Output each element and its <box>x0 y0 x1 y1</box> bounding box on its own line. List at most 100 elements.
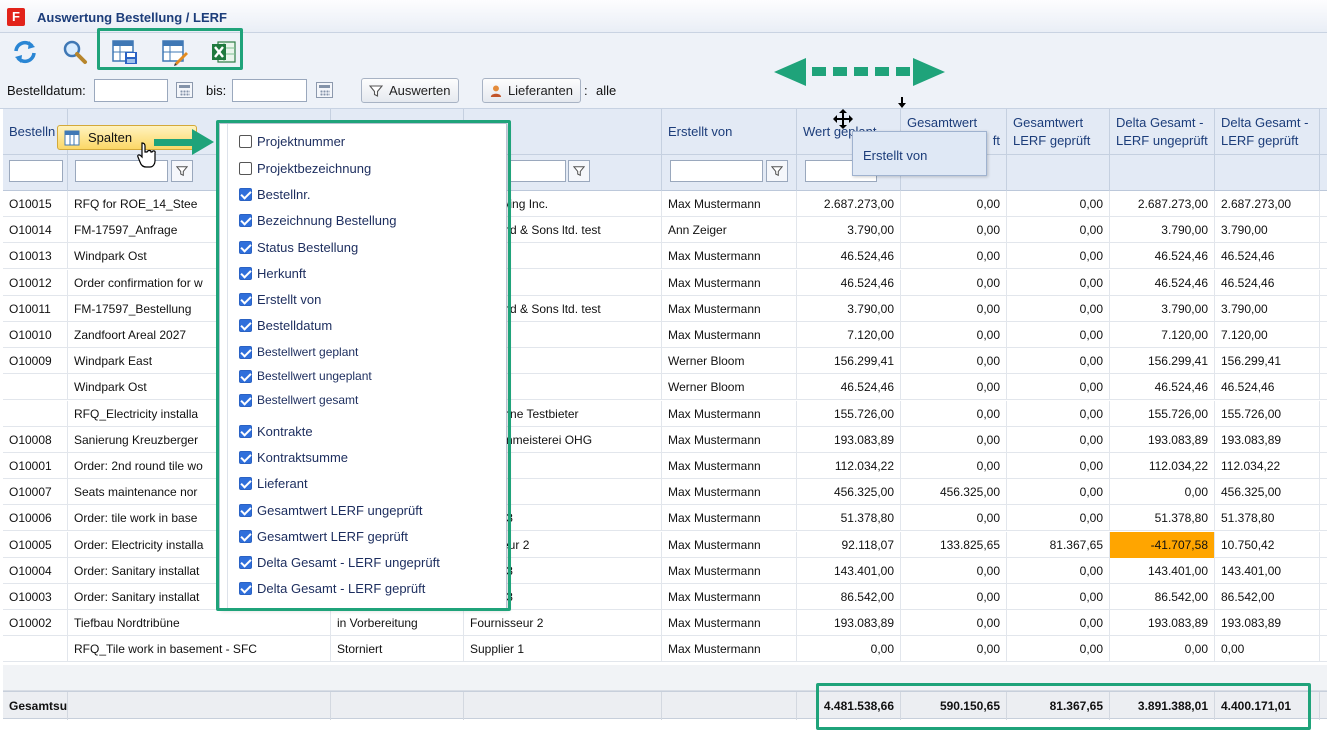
table-row[interactable]: O10007Seats maintenance norier 1Max Must… <box>3 479 1327 506</box>
table-row[interactable]: O10011 FM-17597_Bestellung m Grand & Sons … <box>3 295 1327 322</box>
table-row[interactable]: O10010Zandfoort Areal 2027ier 1Max Muste… <box>3 322 1327 348</box>
column-checkbox[interactable] <box>239 476 252 490</box>
evaluate-button[interactable]: Auswerten <box>361 78 459 103</box>
column-toggle-item[interactable]: Lieferant <box>239 474 308 492</box>
suppliers-button[interactable]: Lieferanten <box>482 78 581 103</box>
column-toggle-item[interactable]: Gesamtwert LERF geprüft <box>239 527 408 545</box>
column-checkbox[interactable] <box>239 450 252 464</box>
column-checkbox[interactable] <box>239 318 252 332</box>
date-from-input[interactable] <box>94 79 168 102</box>
menu-gutter <box>227 124 228 608</box>
column-checkbox[interactable] <box>239 345 252 359</box>
filter-input-erstellt-von[interactable] <box>670 160 763 182</box>
cell-lieferant: Fournisseur 2 <box>464 610 662 637</box>
window-title: Auswertung Bestellung / LERF <box>37 10 227 25</box>
layout-edit-icon[interactable] <box>160 37 190 67</box>
column-toggle-item[interactable]: Delta Gesamt - LERF ungeprüft <box>239 553 440 571</box>
cell-erstellt-von: Max Mustermann <box>662 557 797 584</box>
filter-input-bezeichnung[interactable] <box>75 160 168 182</box>
filter-funnel-icon[interactable] <box>568 160 590 182</box>
cell-erstellt-von: Max Mustermann <box>662 531 797 558</box>
column-toggle-item[interactable]: Projektbezeichnung <box>239 159 371 177</box>
cell-wert-geplant: 143.401,00 <box>797 557 901 584</box>
table-row[interactable]: O10015 RFQ for ROE_14_Stee nan Flying Inc.… <box>3 191 1327 217</box>
column-checkbox[interactable] <box>239 529 252 543</box>
column-toggle-item[interactable]: Herkunft <box>239 264 306 282</box>
column-toggle-label: Kontraktsumme <box>257 449 349 465</box>
layout-save-icon[interactable] <box>110 37 140 67</box>
table-row[interactable]: O10002 Tiefbau Nordtribüne in Vorbereitung… <box>3 610 1327 637</box>
column-header-erstellt-von[interactable]: Erstellt von <box>662 109 797 155</box>
column-checkbox[interactable] <box>239 369 252 383</box>
columns-menu-button[interactable]: Spalten <box>57 125 197 150</box>
table-row[interactable]: O10001Order: 2nd round tile woier 1Max M… <box>3 453 1327 479</box>
column-toggle-item[interactable]: Bestellnr. <box>239 185 310 203</box>
table-row[interactable]: O10004Order: Sanitary installatvateľa 3M… <box>3 557 1327 584</box>
column-checkbox[interactable] <box>239 266 252 280</box>
app-logo-icon: F <box>7 8 25 26</box>
column-toggle-item[interactable]: Status Bestellung <box>239 238 358 256</box>
column-toggle-item[interactable]: Bestellwert geplant <box>239 343 358 361</box>
cell-erstellt-von: Max Mustermann <box>662 400 797 427</box>
column-toggle-label: Delta Gesamt - LERF ungeprüft <box>257 554 440 570</box>
cell-gesamtwert-geprueft: 0,00 <box>1007 610 1110 637</box>
table-row[interactable]: O10013Windpark Ostant 1Max Mustermann46.… <box>3 243 1327 270</box>
column-checkbox[interactable] <box>239 187 252 201</box>
cell-delta-geprueft: 7.120,00 <box>1215 322 1320 348</box>
table-row[interactable]: O10006Order: tile work in basevateľa 3Ma… <box>3 505 1327 532</box>
column-checkbox[interactable] <box>239 503 252 517</box>
calendar-from-icon[interactable] <box>176 82 193 98</box>
cell-erstellt-von: Max Mustermann <box>662 636 797 663</box>
column-header-gesamtwert-geprueft[interactable]: Gesamtwert LERF geprüft <box>1007 109 1110 155</box>
column-checkbox[interactable] <box>239 161 252 175</box>
cell-gesamtwert-geprueft: 0,00 <box>1007 217 1110 244</box>
table-row[interactable]: O10003Order: Sanitary installatvateľa 3M… <box>3 584 1327 610</box>
column-checkbox[interactable] <box>239 213 252 227</box>
column-checkbox[interactable] <box>239 240 252 254</box>
column-toggle-item[interactable]: Bezeichnung Bestellung <box>239 211 397 229</box>
column-checkbox[interactable] <box>239 424 252 438</box>
excel-export-icon[interactable] <box>209 37 239 67</box>
column-toggle-item[interactable]: Gesamtwert LERF ungeprüft <box>239 501 422 519</box>
cell-delta-ungeprueft: 143.401,00 <box>1110 557 1215 584</box>
column-toggle-item[interactable]: Erstellt von <box>239 290 321 308</box>
column-toggle-item[interactable]: Projektnummer <box>239 132 345 150</box>
evaluate-button-label: Auswerten <box>389 83 451 98</box>
column-checkbox[interactable] <box>239 581 252 595</box>
column-checkbox[interactable] <box>239 292 252 306</box>
column-checkbox[interactable] <box>239 393 252 407</box>
filter-funnel-icon[interactable] <box>171 160 193 182</box>
table-row[interactable]: RFQ_Tile work in basement - SFC Storniert… <box>3 636 1327 663</box>
cell-gesamtwert-ungeprueft: 0,00 <box>901 453 1007 479</box>
filter-input-bestellnr[interactable] <box>9 160 63 182</box>
filter-funnel-icon[interactable] <box>766 160 788 182</box>
cell-erstellt-von: Max Mustermann <box>662 322 797 348</box>
column-checkbox[interactable] <box>239 555 252 569</box>
magnifier-icon[interactable] <box>60 37 90 67</box>
table-row[interactable]: O10009Windpark Eastant 1Werner Bloom156.… <box>3 348 1327 375</box>
calendar-to-icon[interactable] <box>316 82 333 98</box>
filter-input-lieferant[interactable] <box>508 160 566 182</box>
column-toggle-item[interactable]: Bestellwert gesamt <box>239 391 358 409</box>
drag-column-tooltip: Erstellt von <box>852 131 987 176</box>
column-toggle-label: Kontrakte <box>257 423 313 439</box>
column-header-delta-ungeprueft[interactable]: Delta Gesamt - LERF ungeprüft <box>1110 109 1215 155</box>
column-toggle-item[interactable]: Kontraktsumme <box>239 448 348 466</box>
column-toggle-item[interactable]: Delta Gesamt - LERF geprüft <box>239 579 425 597</box>
date-to-input[interactable] <box>232 79 307 102</box>
refresh-icon[interactable] <box>10 37 40 67</box>
column-toggle-item[interactable]: Kontrakte <box>239 422 313 440</box>
column-toggle-label: Projektbezeichnung <box>257 160 372 176</box>
table-row[interactable]: O10008 Sanierung Kreuzberger Straßenmeiste… <box>3 426 1327 453</box>
column-header-delta-geprueft[interactable]: Delta Gesamt - LERF geprüft <box>1215 109 1320 155</box>
column-toggle-item[interactable]: Bestellwert ungeplant <box>239 367 372 385</box>
table-row[interactable]: Windpark Ostant 1Werner Bloom46.524,460,… <box>3 374 1327 401</box>
column-toggle-item[interactable]: Bestelldatum <box>239 316 332 334</box>
table-row[interactable]: O10005Order: Electricity installaurnisse… <box>3 531 1327 558</box>
cell-status: in Vorbereitung <box>331 610 464 637</box>
table-row[interactable]: O10012Order confirmation for want 1Max M… <box>3 269 1327 296</box>
column-checkbox[interactable] <box>239 134 252 148</box>
cell-delta-geprueft: 155.726,00 <box>1215 400 1320 427</box>
table-row[interactable]: O10014 FM-17597_Anfrage m Grand & Sons ltd… <box>3 217 1327 244</box>
table-row[interactable]: RFQ_Electricity installa r & Söhne Testbi… <box>3 400 1327 427</box>
